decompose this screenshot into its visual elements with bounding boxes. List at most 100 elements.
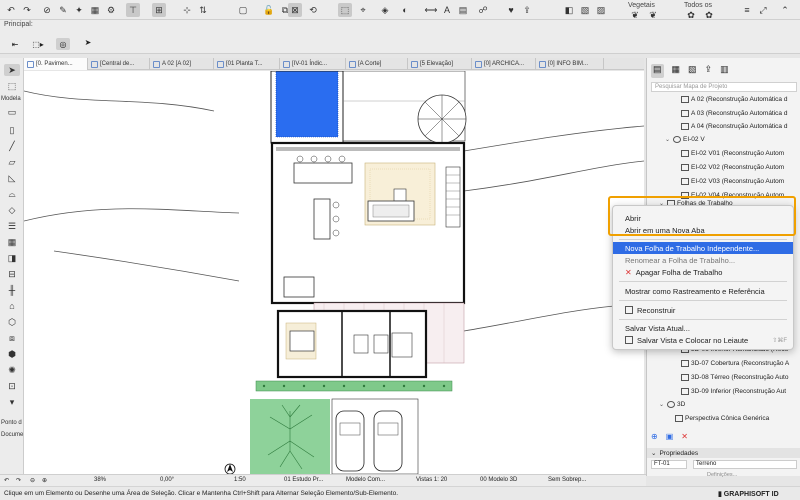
menu-delete-worksheet[interactable]: ✕ Apagar Folha de Trabalho xyxy=(613,266,793,278)
tab-central[interactable]: [Central de... xyxy=(88,58,150,70)
zoom-in-icon[interactable]: ⊕ xyxy=(42,477,47,484)
arrow-cursor-icon[interactable]: ➤ xyxy=(82,36,94,48)
shell-tool-icon[interactable]: ⌓ xyxy=(4,188,20,200)
selection-method-icon[interactable]: ⇤ xyxy=(8,38,22,50)
zoom-icon[interactable]: ⊖ xyxy=(30,477,35,484)
window-tool-icon[interactable]: ⊟ xyxy=(4,268,20,280)
opening-tool-icon[interactable]: ⊡ xyxy=(4,380,20,392)
snap-guide-icon[interactable]: ⊞ xyxy=(152,3,166,17)
marquee-rotate-icon[interactable]: ◎ xyxy=(56,38,70,50)
tab-indice[interactable]: [IV-01 Índic... xyxy=(280,58,346,70)
tree-item[interactable]: Perspectiva Cônica Genérica xyxy=(647,411,800,425)
angle-value[interactable]: 0,00° xyxy=(160,477,174,483)
graphisoft-id-link[interactable]: ▮ GRAPHISOFT ID xyxy=(718,490,779,498)
mesh-tool-icon[interactable]: ⧈ xyxy=(4,332,20,344)
text-icon[interactable]: A xyxy=(440,3,454,17)
publish-icon[interactable]: ⇪ xyxy=(520,3,534,17)
magic-wand-icon[interactable]: ✦ xyxy=(72,3,86,17)
marquee-icon[interactable]: ⬚ xyxy=(338,3,352,17)
tab-info-bim[interactable]: [0] INFO BIM... xyxy=(536,58,604,70)
scale-value[interactable]: 1:50 xyxy=(234,477,246,483)
render-icon[interactable]: ▨ xyxy=(594,3,608,17)
tab-a02[interactable]: A 02 [A 02] xyxy=(150,58,214,70)
favorites-icon[interactable]: ♥ xyxy=(504,3,518,17)
tree-folder[interactable]: ⌄ EI-02 V xyxy=(647,132,800,146)
chevron-down-icon[interactable]: ⌄ xyxy=(665,136,673,143)
arrow-tool-icon[interactable]: ➤ xyxy=(4,64,20,76)
object-tool-icon[interactable]: ⌂ xyxy=(4,300,20,312)
pick-up-icon[interactable]: ⊘ xyxy=(40,3,54,17)
hamburger-icon[interactable]: ≡ xyxy=(740,3,754,17)
project-map-icon[interactable]: ▤ xyxy=(651,64,664,78)
nudge-icon[interactable]: ⇅ xyxy=(196,3,210,17)
tree-item[interactable]: EI-02 V02 (Reconstrução Autom xyxy=(647,160,800,174)
tab-archicad[interactable]: [0] ARCHICA... xyxy=(472,58,536,70)
property-name-field[interactable]: Terreno xyxy=(693,460,797,469)
menu-rebuild[interactable]: Reconstruir xyxy=(613,304,793,316)
tab-corte[interactable]: [A Corte] xyxy=(346,58,408,70)
zoom-value[interactable]: 38% xyxy=(94,477,106,483)
more-tools-icon[interactable]: ▾ xyxy=(4,396,20,408)
curtain-wall-tool-icon[interactable]: ▦ xyxy=(4,236,20,248)
menu-save-current-view[interactable]: Salvar Vista Atual... xyxy=(613,322,793,334)
menu-show-as-trace[interactable]: Mostrar como Rastreamento e Referência xyxy=(613,285,793,297)
expand-icon[interactable]: ⤢ xyxy=(756,3,770,17)
view-icon[interactable]: ◐ xyxy=(398,3,412,17)
tree-item[interactable]: EI-02 V01 (Reconstrução Autom xyxy=(647,146,800,160)
teamwork-icon[interactable]: ☍ xyxy=(476,3,490,17)
tree-folder-3d[interactable]: ⌄ 3D xyxy=(647,397,800,411)
lock-icon[interactable]: 🔓 xyxy=(262,3,276,17)
zone-tool-icon[interactable]: ⬡ xyxy=(4,316,20,328)
publisher-icon[interactable]: ⇪ xyxy=(705,64,713,78)
marquee-type-icon[interactable]: ⬚▸ xyxy=(30,38,46,50)
delete-icon[interactable]: ✕ xyxy=(681,432,688,441)
column-tool-icon[interactable]: ▯ xyxy=(4,124,20,136)
override-value[interactable]: Sem Sobrep... xyxy=(548,477,586,483)
window-icon[interactable]: ▢ xyxy=(236,3,250,17)
tree-item[interactable]: 3D-07 Cobertura (Reconstrução A xyxy=(647,356,800,370)
grid-snap-icon[interactable]: ⊹ xyxy=(180,3,194,17)
dimension-icon[interactable]: ⟷ xyxy=(424,3,438,17)
layout-icon[interactable]: ▧ xyxy=(578,3,592,17)
3d-icon[interactable]: ◈ xyxy=(378,3,392,17)
layout-book-icon[interactable]: ▧ xyxy=(688,64,697,78)
morph-tool-icon[interactable]: ⬢ xyxy=(4,348,20,360)
floor-plan-canvas[interactable] xyxy=(24,71,644,474)
definitions-button[interactable]: Definições... xyxy=(707,472,737,478)
menu-save-view-place-layout[interactable]: Salvar Vista e Colocar no Leiaute ⇧⌘F xyxy=(613,334,793,346)
trace-icon[interactable]: ⌖ xyxy=(356,3,370,17)
menu-open-new-tab[interactable]: Abrir em uma Nova Aba xyxy=(613,224,793,236)
skylight-tool-icon[interactable]: ◇ xyxy=(4,204,20,216)
collapse-icon[interactable]: ⌃ xyxy=(778,3,792,17)
tree-item[interactable]: A 04 (Reconstrução Automática d xyxy=(647,119,800,133)
tab-floor-plan[interactable]: [0. Pavimen... xyxy=(24,58,88,70)
stair-tool-icon[interactable]: ☰ xyxy=(4,220,20,232)
inject-icon[interactable]: ✎ xyxy=(56,3,70,17)
project-map-search[interactable]: Pesquisar Mapa de Projeto xyxy=(651,82,797,92)
undo-icon[interactable]: ↶ xyxy=(4,3,18,17)
add-view-icon[interactable]: ⊕ xyxy=(651,432,658,441)
view-map-icon[interactable]: ▦ xyxy=(672,64,681,78)
lamp-tool-icon[interactable]: ✺ xyxy=(4,364,20,376)
door-tool-icon[interactable]: ◨ xyxy=(4,252,20,264)
tree-item[interactable]: 3D-08 Térreo (Reconstrução Auto xyxy=(647,370,800,384)
roof-tool-icon[interactable]: ◺ xyxy=(4,172,20,184)
layer-icon[interactable]: ▦ xyxy=(88,3,102,17)
model-view-value[interactable]: Modelo Com... xyxy=(346,477,385,483)
redo-icon[interactable]: ↷ xyxy=(16,477,21,484)
railing-tool-icon[interactable]: ╫ xyxy=(4,284,20,296)
suspend-group-icon[interactable]: ⊠ xyxy=(288,3,302,17)
menu-open[interactable]: Abrir xyxy=(613,212,793,224)
tree-item[interactable]: EI-02 V03 (Reconstrução Autom xyxy=(647,174,800,188)
layer-set-value[interactable]: 01 Estudo Pr... xyxy=(284,477,323,483)
organizer-icon[interactable]: ▥ xyxy=(720,64,729,78)
redo-icon[interactable]: ↷ xyxy=(20,3,34,17)
tab-planta[interactable]: [01 Planta T... xyxy=(214,58,280,70)
views-value[interactable]: Vistas 1: 20 xyxy=(416,477,447,483)
palette-icon[interactable]: ◧ xyxy=(562,3,576,17)
new-folder-icon[interactable]: ▣ xyxy=(666,432,674,441)
model-3d-value[interactable]: 00 Modelo 3D xyxy=(480,477,517,483)
transform-icon[interactable]: ⟲ xyxy=(306,3,320,17)
grid-icon[interactable]: ▤ xyxy=(456,3,470,17)
beam-tool-icon[interactable]: ╱ xyxy=(4,140,20,152)
